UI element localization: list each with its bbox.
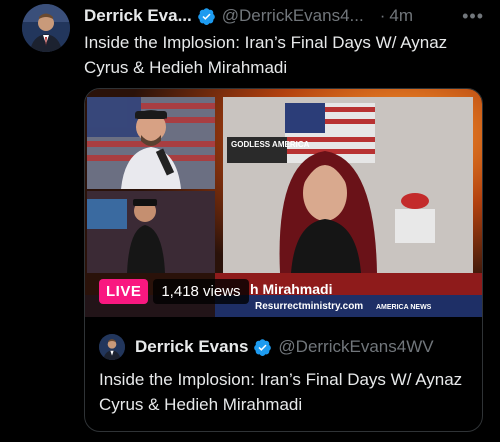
verified-badge-icon <box>197 7 215 25</box>
author-avatar[interactable] <box>22 4 70 52</box>
author-handle[interactable]: @DerrickEvans4... <box>222 6 364 26</box>
ellipsis-icon[interactable]: ••• <box>462 6 484 27</box>
tweet[interactable]: Derrick Eva... @DerrickEvans4... · 4m ••… <box>0 0 500 442</box>
view-count: 1,418 views <box>153 279 249 304</box>
quoted-tweet-text: Inside the Implosion: Iran’s Final Days … <box>99 370 463 414</box>
quoted-header: Derrick Evans @DerrickEvans4WV <box>99 334 434 360</box>
verified-badge-icon <box>254 338 272 356</box>
quoted-author-name: Derrick Evans <box>135 337 249 356</box>
author-name[interactable]: Derrick Eva... <box>84 6 192 26</box>
lower-third-brand: AMERICA NEWS <box>376 304 432 311</box>
sign-text: GODLESS AMERICA <box>231 140 310 149</box>
separator-dot: · <box>379 6 386 25</box>
lower-third-name: h Mirahmadi <box>250 281 333 297</box>
tweet-header: Derrick Eva... @DerrickEvans4... · 4m ••… <box>84 4 484 28</box>
video-thumbnail[interactable]: GODLESS AMERICA LIVE 1,418 views h Mirah… <box>85 89 482 317</box>
quoted-author-handle: @DerrickEvans4WV <box>278 337 434 356</box>
live-badge: LIVE <box>99 279 149 304</box>
post-time[interactable]: 4m <box>389 6 413 26</box>
lower-third-site: Resurrectministry.com <box>255 301 364 312</box>
quoted-author-avatar <box>99 334 125 360</box>
quoted-tweet-card[interactable]: GODLESS AMERICA LIVE 1,418 views h Mirah… <box>84 88 483 432</box>
live-indicator: LIVE 1,418 views <box>99 279 249 304</box>
tweet-text: Inside the Implosion: Iran’s Final Days … <box>84 33 448 77</box>
